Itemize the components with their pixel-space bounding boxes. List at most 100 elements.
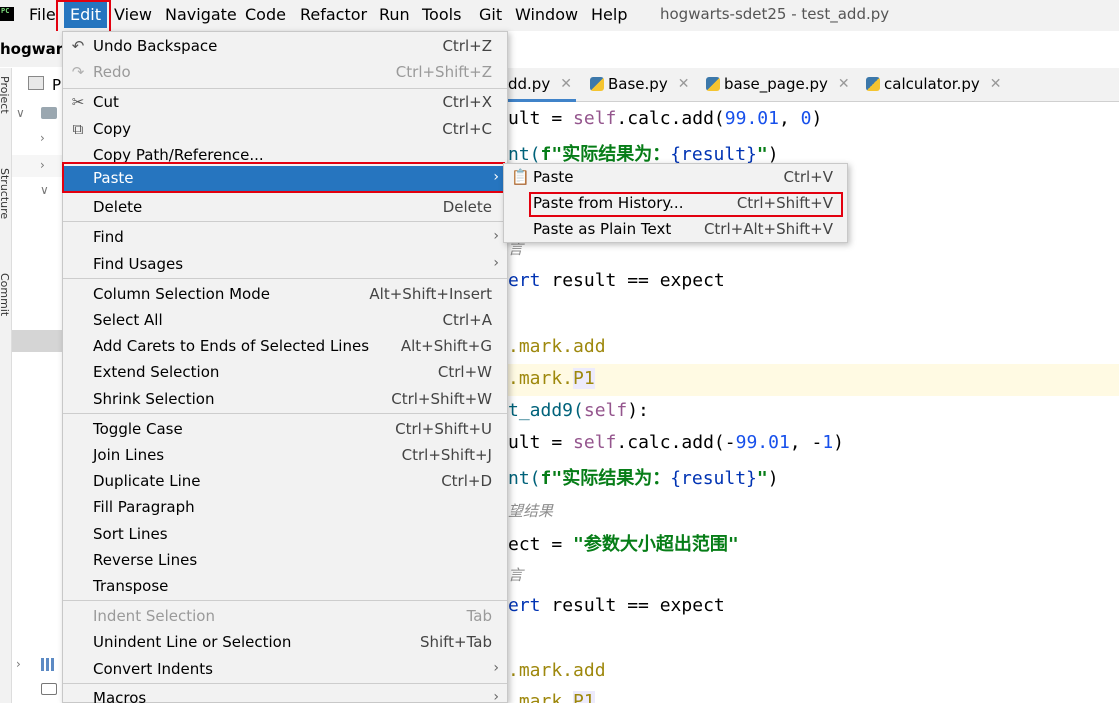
code-line: .mark.P1: [508, 368, 595, 389]
menu-item-cut[interactable]: ✂ Cut Ctrl+X: [63, 90, 507, 116]
chevron-right-icon[interactable]: ›: [16, 657, 21, 671]
chevron-right-icon: ›: [493, 228, 499, 244]
close-icon[interactable]: ✕: [560, 76, 572, 92]
chevron-right-icon: ›: [493, 689, 499, 703]
close-icon[interactable]: ✕: [990, 76, 1002, 92]
menu-item-convert-indents[interactable]: Convert Indents ›: [63, 657, 507, 683]
tab-base-page[interactable]: base_page.py ✕: [706, 75, 850, 93]
side-tab-structure[interactable]: Structure: [0, 168, 11, 219]
code-comment: 言: [508, 566, 524, 584]
menu-item-redo[interactable]: ↷ Redo Ctrl+Shift+Z: [63, 60, 507, 86]
code-line: ert result == expect: [508, 595, 725, 616]
tree-row-highlight: [12, 155, 64, 177]
code-line: ult = self.calc.add(-99.01, -1): [508, 432, 844, 453]
tab-test-add[interactable]: dd.py ✕: [508, 75, 572, 93]
menu-separator: [63, 278, 507, 279]
menu-item-fill-paragraph[interactable]: Fill Paragraph: [63, 495, 507, 521]
menu-separator: [63, 683, 507, 684]
menu-help[interactable]: Help: [591, 5, 627, 24]
chevron-down-icon[interactable]: ∨: [16, 106, 25, 120]
menu-item-shrink-selection[interactable]: Shrink Selection Ctrl+Shift+W: [63, 387, 507, 413]
redo-icon: ↷: [71, 63, 85, 81]
code-line: .mark.P1: [508, 691, 595, 703]
menu-git[interactable]: Git: [479, 5, 502, 24]
menu-run[interactable]: Run: [379, 5, 410, 24]
menu-item-delete[interactable]: Delete Delete: [63, 195, 507, 221]
undo-icon: ↶: [71, 37, 85, 55]
edit-menu: ↶ Undo Backspace Ctrl+Z ↷ Redo Ctrl+Shift+Z …: [62, 31, 508, 703]
menu-edit[interactable]: Edit: [64, 2, 107, 28]
menu-item-column-selection[interactable]: Column Selection Mode Alt+Shift+Insert: [63, 282, 507, 308]
submenu-item-paste[interactable]: 📋 Paste Ctrl+V: [504, 165, 847, 191]
chevron-right-icon[interactable]: ›: [40, 158, 45, 172]
code-line: .mark.add: [508, 660, 606, 681]
pycharm-logo-icon: PC: [0, 7, 14, 21]
tab-label: base_page.py: [724, 75, 828, 93]
submenu-item-paste-from-history[interactable]: Paste from History... Ctrl+Shift+V: [504, 191, 847, 217]
code-comment: 望结果: [508, 502, 554, 520]
menu-code[interactable]: Code: [245, 5, 286, 24]
menu-separator: [63, 413, 507, 414]
menu-item-toggle-case[interactable]: Toggle Case Ctrl+Shift+U: [63, 417, 507, 443]
menu-item-reverse-lines[interactable]: Reverse Lines: [63, 548, 507, 574]
menu-separator: [63, 221, 507, 222]
left-tool-strip: Project Structure Commit: [0, 68, 12, 703]
current-line-highlight: [508, 364, 1119, 396]
menu-item-undo[interactable]: ↶ Undo Backspace Ctrl+Z: [63, 34, 507, 60]
menu-item-copy[interactable]: ⧉ Copy Ctrl+C: [63, 117, 507, 143]
menu-window[interactable]: Window: [515, 5, 578, 24]
menu-separator: [63, 600, 507, 601]
code-line: ert result == expect: [508, 270, 725, 291]
menu-item-sort-lines[interactable]: Sort Lines: [63, 522, 507, 548]
tab-label: calculator.py: [884, 75, 980, 93]
menu-separator: [63, 88, 507, 89]
tab-calculator[interactable]: calculator.py ✕: [866, 75, 1001, 93]
side-tab-commit[interactable]: Commit: [0, 273, 11, 316]
close-icon[interactable]: ✕: [838, 76, 850, 92]
chevron-right-icon: ›: [493, 169, 499, 185]
window-title: hogwarts-sdet25 - test_add.py: [660, 5, 890, 23]
menu-item-find-usages[interactable]: Find Usages ›: [63, 252, 507, 278]
menu-item-indent-selection[interactable]: Indent Selection Tab: [63, 604, 507, 630]
code-line: .mark.add: [508, 336, 606, 357]
scissors-icon: ✂: [71, 93, 85, 111]
menu-navigate[interactable]: Navigate: [165, 5, 237, 24]
clipboard-icon: 📋: [511, 168, 530, 186]
chevron-down-icon[interactable]: ∨: [40, 183, 49, 197]
python-file-icon: [866, 77, 880, 91]
menu-item-paste[interactable]: Paste ›: [63, 166, 507, 192]
code-line: nt(f"实际结果为：{result}"): [508, 468, 779, 489]
chevron-right-icon: ›: [493, 660, 499, 676]
menu-item-macros[interactable]: Macros ›: [63, 686, 507, 703]
menu-view[interactable]: View: [114, 5, 152, 24]
tab-base[interactable]: Base.py ✕: [590, 75, 689, 93]
menu-tools[interactable]: Tools: [422, 5, 461, 24]
menu-item-add-carets[interactable]: Add Carets to Ends of Selected Lines Alt+…: [63, 334, 507, 360]
menu-item-select-all[interactable]: Select All Ctrl+A: [63, 308, 507, 334]
tree-row-selected[interactable]: [12, 330, 64, 352]
code-line: ect = "参数大小超出范围": [508, 534, 739, 555]
chevron-right-icon: ›: [493, 255, 499, 271]
close-icon[interactable]: ✕: [678, 76, 690, 92]
side-tab-project[interactable]: Project: [0, 76, 11, 114]
libraries-icon: [41, 658, 57, 671]
menu-refactor[interactable]: Refactor: [300, 5, 367, 24]
submenu-item-paste-plain-text[interactable]: Paste as Plain Text Ctrl+Alt+Shift+V: [504, 217, 847, 243]
menu-item-join-lines[interactable]: Join Lines Ctrl+Shift+J: [63, 443, 507, 469]
code-line: ult = self.calc.add(99.01, 0): [508, 108, 823, 129]
menu-item-duplicate-line[interactable]: Duplicate Line Ctrl+D: [63, 469, 507, 495]
python-file-icon: [590, 77, 604, 91]
menu-file[interactable]: File: [29, 5, 56, 24]
project-pane-label: P: [52, 76, 62, 94]
tab-label: dd.py: [508, 75, 551, 93]
chevron-right-icon[interactable]: ›: [40, 131, 45, 145]
menu-item-unindent[interactable]: Unindent Line or Selection Shift+Tab: [63, 630, 507, 656]
menu-item-extend-selection[interactable]: Extend Selection Ctrl+W: [63, 360, 507, 386]
menu-item-find[interactable]: Find ›: [63, 225, 507, 251]
paste-submenu: 📋 Paste Ctrl+V Paste from History... Ctrl+S…: [503, 163, 848, 243]
menu-item-transpose[interactable]: Transpose: [63, 574, 507, 600]
project-view-icon[interactable]: [28, 76, 44, 90]
copy-icon: ⧉: [72, 120, 84, 138]
code-line: t_add9(self):: [508, 400, 649, 421]
menu-bar: PC File Edit View Navigate Code Refactor…: [0, 0, 1119, 31]
